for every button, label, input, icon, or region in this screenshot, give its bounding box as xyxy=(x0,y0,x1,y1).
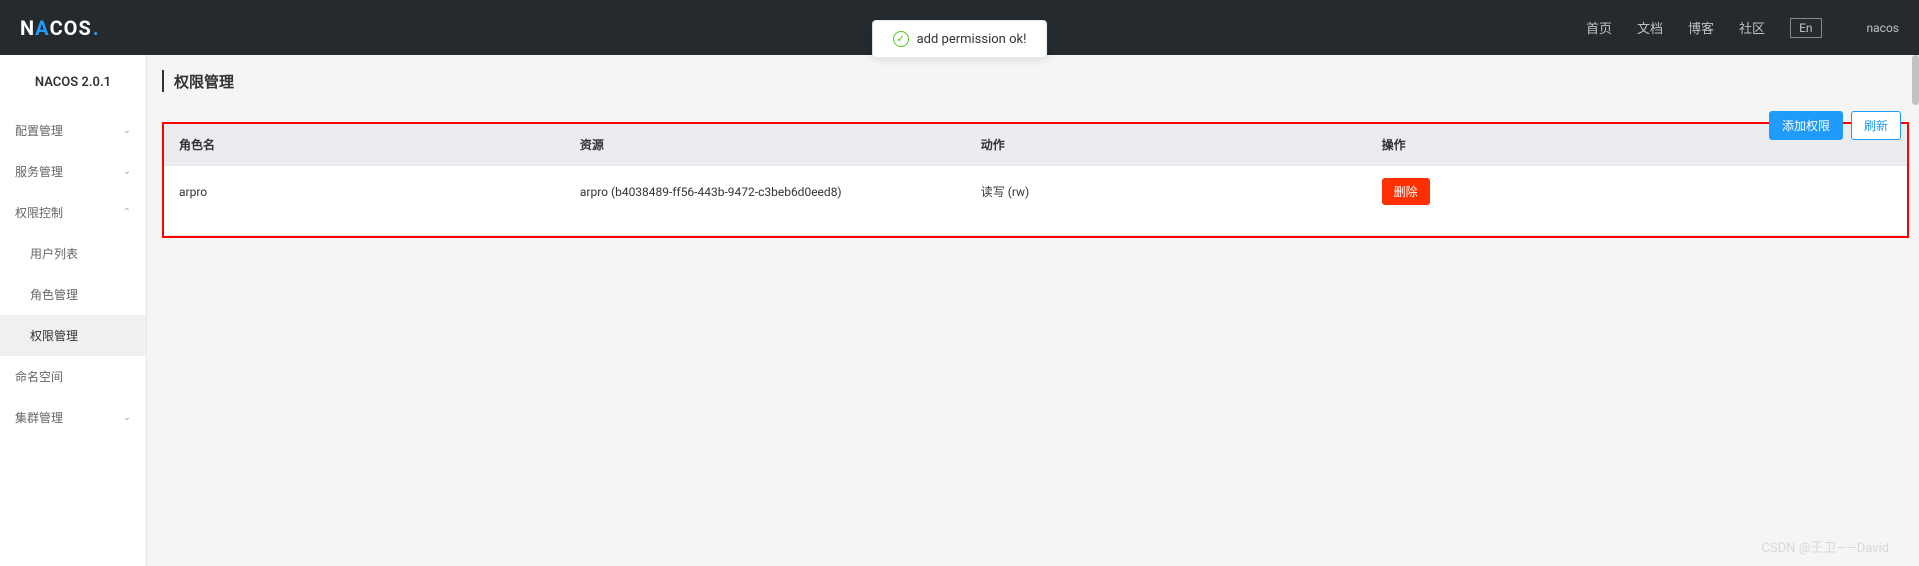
page-title: 权限管理 xyxy=(174,71,234,92)
nav-home[interactable]: 首页 xyxy=(1586,18,1612,37)
permissions-table-highlight: 角色名 资源 动作 操作 arpro arpro (b4038489-ff56-… xyxy=(162,122,1909,238)
permissions-table: 角色名 资源 动作 操作 arpro arpro (b4038489-ff56-… xyxy=(164,124,1907,236)
col-resource-header: 资源 xyxy=(565,124,966,166)
sidebar-item-cluster[interactable]: 集群管理 ⌄ xyxy=(0,397,146,438)
table-header-row: 角色名 资源 动作 操作 xyxy=(164,124,1907,166)
delete-button[interactable]: 删除 xyxy=(1382,178,1430,205)
nav-docs[interactable]: 文档 xyxy=(1637,18,1663,37)
watermark: CSDN @王卫——David xyxy=(1762,537,1889,556)
col-role-header: 角色名 xyxy=(164,124,565,166)
title-bar-icon xyxy=(162,70,164,92)
menu-label: 权限控制 xyxy=(15,204,63,221)
sidebar-item-config[interactable]: 配置管理 ⌄ xyxy=(0,110,146,151)
cell-resource: arpro (b4038489-ff56-443b-9472-c3beb6d0e… xyxy=(565,166,966,236)
user-menu[interactable]: nacos xyxy=(1867,21,1899,35)
menu-label: 服务管理 xyxy=(15,163,63,180)
logo: NACOS. xyxy=(20,16,100,40)
add-permission-button[interactable]: 添加权限 xyxy=(1769,111,1843,140)
chevron-up-icon: ⌃ xyxy=(123,207,131,218)
sidebar-subitem-permissions[interactable]: 权限管理 xyxy=(0,315,146,356)
cell-role: arpro xyxy=(164,166,565,236)
sidebar-subitem-roles[interactable]: 角色管理 xyxy=(0,274,146,315)
sidebar-version: NACOS 2.0.1 xyxy=(0,55,146,110)
cell-operation: 删除 xyxy=(1367,166,1907,236)
sidebar: NACOS 2.0.1 配置管理 ⌄ 服务管理 ⌄ 权限控制 ⌃ 用户列表 角色… xyxy=(0,55,147,566)
menu-label: 配置管理 xyxy=(15,122,63,139)
main-content: 权限管理 添加权限 刷新 角色名 资源 动作 操作 arpro xyxy=(147,55,1919,566)
nav-blog[interactable]: 博客 xyxy=(1688,18,1714,37)
success-toast: ✓ add permission ok! xyxy=(872,20,1048,58)
menu-label: 命名空间 xyxy=(15,368,63,385)
col-action-header: 动作 xyxy=(966,124,1367,166)
action-buttons: 添加权限 刷新 xyxy=(1769,111,1901,140)
sidebar-item-namespace[interactable]: 命名空间 xyxy=(0,356,146,397)
nav-community[interactable]: 社区 xyxy=(1739,18,1765,37)
menu-label: 集群管理 xyxy=(15,409,63,426)
nav-links: 首页 文档 博客 社区 En xyxy=(1586,18,1822,38)
table-row: arpro arpro (b4038489-ff56-443b-9472-c3b… xyxy=(164,166,1907,236)
scrollbar[interactable] xyxy=(1912,55,1919,105)
chevron-down-icon: ⌄ xyxy=(123,166,131,177)
refresh-button[interactable]: 刷新 xyxy=(1851,111,1901,140)
chevron-down-icon: ⌄ xyxy=(123,412,131,423)
sidebar-item-permission[interactable]: 权限控制 ⌃ xyxy=(0,192,146,233)
chevron-down-icon: ⌄ xyxy=(123,125,131,136)
sidebar-item-service[interactable]: 服务管理 ⌄ xyxy=(0,151,146,192)
sidebar-subitem-users[interactable]: 用户列表 xyxy=(0,233,146,274)
language-toggle[interactable]: En xyxy=(1790,18,1821,38)
check-circle-icon: ✓ xyxy=(893,31,909,47)
cell-action: 读写 (rw) xyxy=(966,166,1367,236)
toast-message: add permission ok! xyxy=(917,32,1027,47)
